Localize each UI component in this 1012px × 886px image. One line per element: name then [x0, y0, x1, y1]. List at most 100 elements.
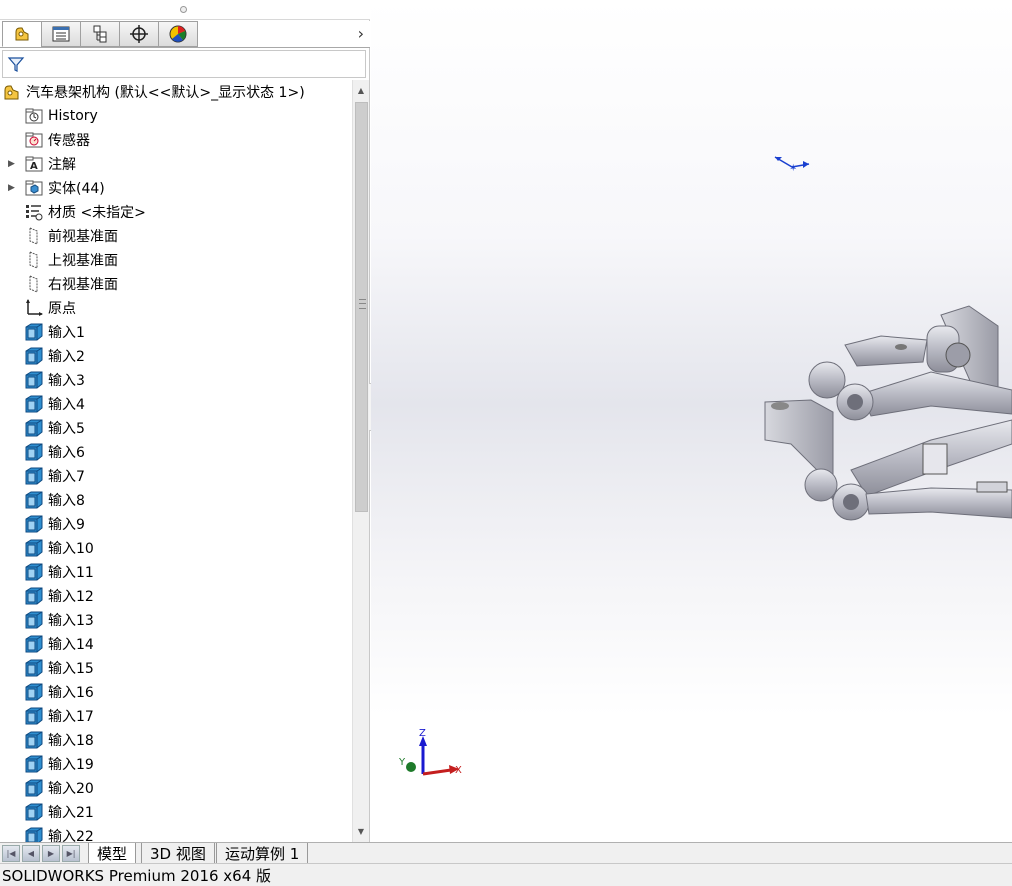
- axis-y-label: Y: [398, 757, 406, 768]
- tree-item[interactable]: 输入9: [24, 512, 85, 536]
- tree-item[interactable]: 输入5: [24, 416, 85, 440]
- tree-item[interactable]: 输入10: [24, 536, 94, 560]
- tree-item[interactable]: 输入4: [24, 392, 85, 416]
- tree-item[interactable]: 输入16: [24, 680, 94, 704]
- tree-item-label: 输入8: [48, 493, 85, 509]
- panel-grip[interactable]: [0, 0, 370, 20]
- svg-text:✶: ✶: [789, 163, 797, 174]
- import-body-icon: [24, 394, 44, 414]
- tab-display-manager[interactable]: [158, 21, 198, 47]
- grip-dot-icon[interactable]: [180, 6, 187, 13]
- display-manager-icon: [169, 25, 187, 43]
- tree-item[interactable]: 输入8: [24, 488, 85, 512]
- tree-item[interactable]: 输入18: [24, 728, 94, 752]
- import-body-icon: [24, 490, 44, 510]
- tree-item[interactable]: 原点: [24, 296, 76, 320]
- tree-item[interactable]: 输入17: [24, 704, 94, 728]
- tree-item[interactable]: 输入6: [24, 440, 85, 464]
- import-body-icon: [24, 610, 44, 630]
- import-body-icon: [24, 706, 44, 726]
- tree-item-label: 前视基准面: [48, 229, 118, 245]
- panel-tab-bar: ›: [0, 21, 370, 48]
- prev-tab-icon[interactable]: ◀: [22, 845, 40, 862]
- tab-3d-view[interactable]: 3D 视图: [141, 843, 215, 864]
- configuration-manager-icon: [93, 25, 107, 43]
- svg-text:A: A: [30, 161, 38, 172]
- feature-tree: 汽车悬架机构 (默认<<默认>_显示状态 1>) History 传感器 ▶ A 注解 ▶…: [0, 80, 351, 842]
- tab-feature-manager[interactable]: [2, 21, 42, 47]
- tree-item[interactable]: ▶ A 注解: [8, 152, 76, 176]
- tree-item-label: 输入17: [48, 709, 94, 725]
- tree-filter-field[interactable]: [2, 50, 366, 78]
- assembly-icon: [2, 82, 22, 102]
- tree-item[interactable]: 输入3: [24, 368, 85, 392]
- tree-item-label: 输入22: [48, 829, 94, 842]
- tree-item-label: 输入1: [48, 325, 85, 341]
- tree-root-assembly[interactable]: 汽车悬架机构 (默认<<默认>_显示状态 1>): [2, 80, 305, 104]
- tree-item[interactable]: 输入1: [24, 320, 85, 344]
- last-tab-icon[interactable]: ▶|: [62, 845, 80, 862]
- import-body-icon: [24, 538, 44, 558]
- tree-item-label: 上视基准面: [48, 253, 118, 269]
- scroll-up-icon[interactable]: ▲: [353, 82, 369, 99]
- tab-model[interactable]: 模型: [88, 843, 137, 864]
- scroll-down-icon[interactable]: ▼: [353, 823, 369, 840]
- import-body-icon: [24, 466, 44, 486]
- import-body-icon: [24, 514, 44, 534]
- chevron-right-icon[interactable]: ›: [358, 24, 364, 43]
- tree-item-label: 输入5: [48, 421, 85, 437]
- property-manager-icon: [52, 26, 70, 42]
- tree-item-label: 输入3: [48, 373, 85, 389]
- tab-configuration-manager[interactable]: [80, 21, 120, 47]
- tree-item[interactable]: History: [24, 104, 98, 128]
- tree-item[interactable]: 上视基准面: [24, 248, 118, 272]
- import-body-icon: [24, 586, 44, 606]
- dimxpert-icon: [130, 25, 148, 43]
- tree-item[interactable]: 输入21: [24, 800, 94, 824]
- tree-item-label: 输入15: [48, 661, 94, 677]
- tree-item-label: 输入4: [48, 397, 85, 413]
- tree-item[interactable]: 输入14: [24, 632, 94, 656]
- tab-motion-study-1[interactable]: 运动算例 1: [216, 843, 309, 864]
- tree-item[interactable]: ▶ 实体(44): [8, 176, 105, 200]
- import-body-icon: [24, 682, 44, 702]
- tree-item[interactable]: 材质 <未指定>: [24, 200, 146, 224]
- origin-icon: [24, 298, 44, 318]
- tree-item[interactable]: 输入12: [24, 584, 94, 608]
- tree-item[interactable]: 前视基准面: [24, 224, 118, 248]
- tree-item[interactable]: 输入15: [24, 656, 94, 680]
- import-body-icon: [24, 658, 44, 678]
- tree-item[interactable]: 右视基准面: [24, 272, 118, 296]
- tree-item-label: 输入9: [48, 517, 85, 533]
- tree-scrollbar[interactable]: ▲ ▼: [352, 80, 369, 842]
- tab-dimxpert-manager[interactable]: [119, 21, 159, 47]
- tree-item-label: 右视基准面: [48, 277, 118, 293]
- tree-item-label: 输入2: [48, 349, 85, 365]
- tree-item[interactable]: 输入19: [24, 752, 94, 776]
- tree-item-label: 输入11: [48, 565, 94, 581]
- first-tab-icon[interactable]: |◀: [2, 845, 20, 862]
- tree-item[interactable]: 输入13: [24, 608, 94, 632]
- expand-arrow-icon[interactable]: ▶: [8, 159, 18, 169]
- scrollbar-thumb[interactable]: [355, 102, 368, 512]
- tree-item[interactable]: 输入20: [24, 776, 94, 800]
- expand-arrow-icon[interactable]: ▶: [8, 183, 18, 193]
- plane-icon: [24, 250, 44, 270]
- tree-item[interactable]: 输入22: [24, 824, 94, 842]
- plane-icon: [24, 226, 44, 246]
- next-tab-icon[interactable]: ▶: [42, 845, 60, 862]
- graphics-viewport[interactable]: ✶ Z X Y: [371, 0, 1012, 842]
- tree-item[interactable]: 输入11: [24, 560, 94, 584]
- tab-property-manager[interactable]: [41, 21, 81, 47]
- tree-item-label: 输入6: [48, 445, 85, 461]
- feature-manager-icon: [15, 27, 29, 41]
- suspension-model[interactable]: [764, 305, 1012, 521]
- bottom-tab-bar: |◀ ◀ ▶ ▶| 模型 3D 视图 运动算例 1: [0, 842, 1012, 864]
- import-body-icon: [24, 418, 44, 438]
- import-body-icon: [24, 778, 44, 798]
- tree-item[interactable]: 传感器: [24, 128, 90, 152]
- tree-item[interactable]: 输入2: [24, 344, 85, 368]
- axis-z-label: Z: [419, 728, 426, 739]
- solid-bodies-folder-icon: [24, 178, 44, 198]
- tree-item[interactable]: 输入7: [24, 464, 85, 488]
